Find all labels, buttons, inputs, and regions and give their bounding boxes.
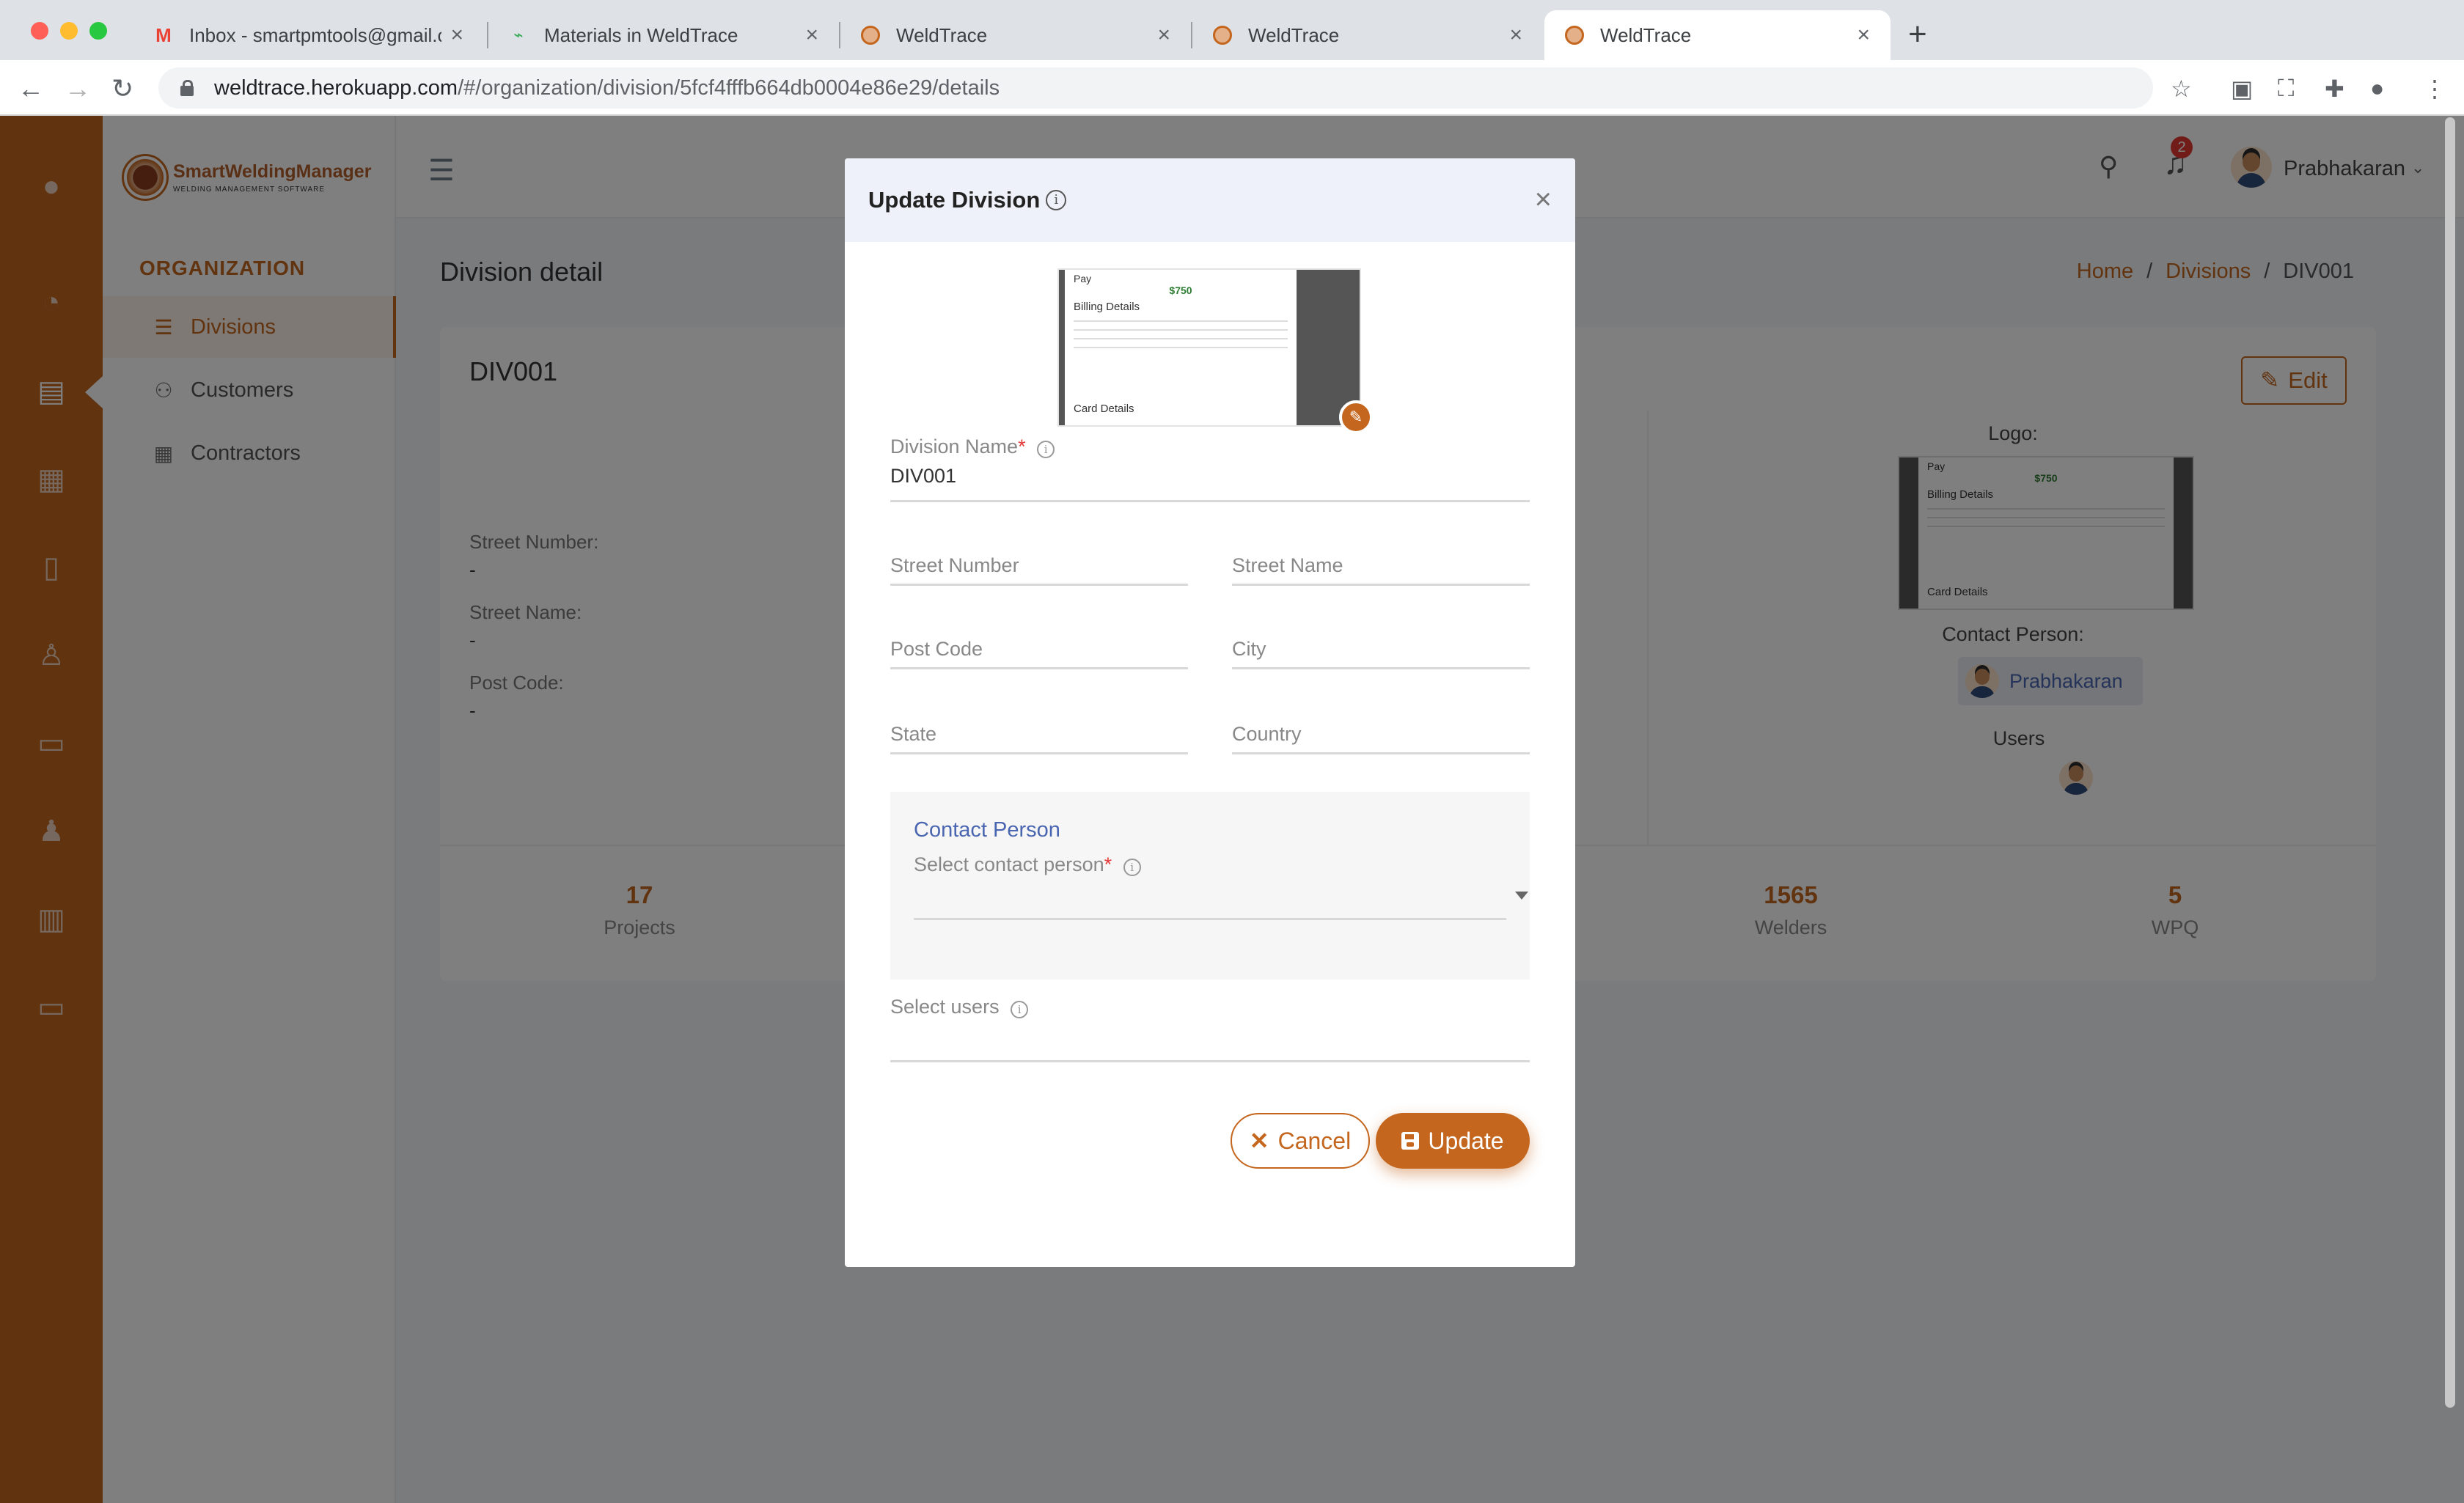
- input-underline: [914, 918, 1506, 920]
- browser-tab-bar: M Inbox - smartpmtools@gmail.c × ⌁ Mater…: [0, 0, 2464, 60]
- input-underline: [1232, 584, 1530, 586]
- post-code-input[interactable]: Post Code: [890, 638, 1188, 661]
- modal-header: Update Division i ×: [845, 158, 1575, 242]
- browser-tab-active[interactable]: WeldTrace ×: [1544, 10, 1891, 60]
- browser-toolbar: ← → ↻ weldtrace.herokuapp.com/#/organiza…: [0, 60, 2464, 116]
- browser-menu-icon[interactable]: ⋮: [2423, 75, 2446, 103]
- tab-close-icon[interactable]: ×: [1157, 23, 1170, 48]
- update-button-label: Update: [1428, 1127, 1504, 1154]
- contact-person-section-title: Contact Person: [914, 818, 1060, 842]
- tab-close-icon[interactable]: ×: [1509, 23, 1522, 48]
- profile-icon[interactable]: ●: [2370, 75, 2384, 102]
- info-icon[interactable]: i: [1046, 190, 1067, 210]
- select-users-label-text: Select users: [890, 996, 1000, 1018]
- country-input[interactable]: Country: [1232, 723, 1530, 746]
- contact-person-select-label-text: Select contact person: [914, 853, 1104, 875]
- tab-close-icon[interactable]: ×: [450, 23, 463, 48]
- browser-tab[interactable]: M Inbox - smartpmtools@gmail.c ×: [133, 10, 484, 60]
- page-scrollbar[interactable]: [2445, 117, 2455, 1408]
- back-arrow-icon[interactable]: ←: [18, 73, 44, 104]
- tab-title: WeldTrace: [1248, 23, 1340, 46]
- chevron-down-icon[interactable]: [1515, 892, 1528, 900]
- state-input[interactable]: State: [890, 723, 1188, 746]
- address-bar[interactable]: weldtrace.herokuapp.com/#/organization/d…: [158, 67, 2153, 109]
- edit-logo-pencil-icon[interactable]: ✎: [1339, 400, 1373, 434]
- gmail-icon: M: [155, 23, 172, 46]
- window-close-button[interactable]: [31, 22, 48, 40]
- required-mark: *: [1018, 436, 1026, 457]
- city-input[interactable]: City: [1232, 638, 1530, 661]
- division-logo-preview[interactable]: Pay $750 Billing Details Card Details: [1057, 268, 1361, 427]
- update-division-modal: Update Division i × Pay $750 Billing Det…: [845, 158, 1575, 1267]
- tab-title: Materials in WeldTrace: [544, 23, 738, 46]
- input-underline: [1232, 752, 1530, 754]
- modal-title: Update Division: [868, 187, 1041, 213]
- thumb-pay-text: Pay: [1074, 273, 1092, 284]
- tab-title: Inbox - smartpmtools@gmail.c: [189, 23, 442, 46]
- input-underline: [1232, 667, 1530, 669]
- url-host: weldtrace.herokuapp.com: [214, 76, 458, 100]
- division-name-label: Division Name* i: [890, 436, 1055, 458]
- screenshot-icon[interactable]: ⛶: [2278, 75, 2294, 103]
- window-maximize-button[interactable]: [89, 22, 107, 40]
- cancel-button[interactable]: ✕ Cancel: [1231, 1113, 1370, 1169]
- required-mark: *: [1104, 853, 1112, 875]
- forward-arrow-icon[interactable]: →: [65, 73, 91, 104]
- info-icon[interactable]: i: [1123, 859, 1141, 876]
- weldtrace-leaf-icon: ⌁: [513, 26, 524, 44]
- contact-person-select-label: Select contact person* i: [914, 853, 1141, 876]
- tab-close-icon[interactable]: ×: [1857, 23, 1870, 48]
- input-underline: [890, 500, 1530, 502]
- thumb-billing-text: Billing Details: [1074, 301, 1140, 313]
- tab-title: WeldTrace: [896, 23, 988, 46]
- info-icon[interactable]: i: [1011, 1001, 1029, 1018]
- browser-tab[interactable]: WeldTrace ×: [840, 10, 1191, 60]
- update-button[interactable]: Update: [1376, 1113, 1530, 1169]
- browser-tab[interactable]: WeldTrace ×: [1192, 10, 1543, 60]
- reload-icon[interactable]: ↻: [111, 73, 133, 104]
- weldtrace-icon: [1565, 26, 1584, 45]
- tab-close-icon[interactable]: ×: [805, 23, 818, 48]
- thumb-card-text: Card Details: [1074, 403, 1134, 415]
- puzzle-icon[interactable]: ✚: [2325, 75, 2344, 103]
- save-icon: [1401, 1132, 1420, 1150]
- extension-icon[interactable]: ▣: [2231, 75, 2253, 103]
- new-tab-button[interactable]: +: [1908, 16, 1927, 53]
- url-path: /#/organization/division/5fcf4fffb664db0…: [458, 76, 1000, 100]
- division-name-label-text: Division Name: [890, 436, 1019, 457]
- street-name-input[interactable]: Street Name: [1232, 554, 1530, 577]
- window-minimize-button[interactable]: [60, 22, 78, 40]
- close-icon[interactable]: ×: [1535, 185, 1552, 214]
- division-name-input[interactable]: DIV001: [890, 465, 1530, 494]
- close-icon: ✕: [1249, 1128, 1269, 1154]
- cancel-button-label: Cancel: [1277, 1127, 1352, 1154]
- browser-tab[interactable]: ⌁ Materials in WeldTrace ×: [488, 10, 839, 60]
- tab-title: WeldTrace: [1600, 23, 1692, 46]
- input-underline: [890, 752, 1188, 754]
- select-users-label: Select users i: [890, 996, 1029, 1018]
- input-underline: [890, 667, 1188, 669]
- bookmark-star-icon[interactable]: ☆: [2171, 75, 2192, 103]
- input-underline: [890, 1060, 1530, 1062]
- input-underline: [890, 584, 1188, 586]
- select-users-input[interactable]: [890, 1024, 1530, 1057]
- info-icon[interactable]: i: [1037, 441, 1055, 458]
- contact-person-section: Contact Person Select contact person* i: [890, 792, 1530, 980]
- contact-person-select[interactable]: [914, 880, 1506, 916]
- weldtrace-icon: [1213, 26, 1232, 45]
- thumb-amount-text: $750: [1169, 284, 1192, 296]
- lock-icon: [180, 80, 194, 96]
- weldtrace-icon: [861, 26, 880, 45]
- street-number-input[interactable]: Street Number: [890, 554, 1188, 577]
